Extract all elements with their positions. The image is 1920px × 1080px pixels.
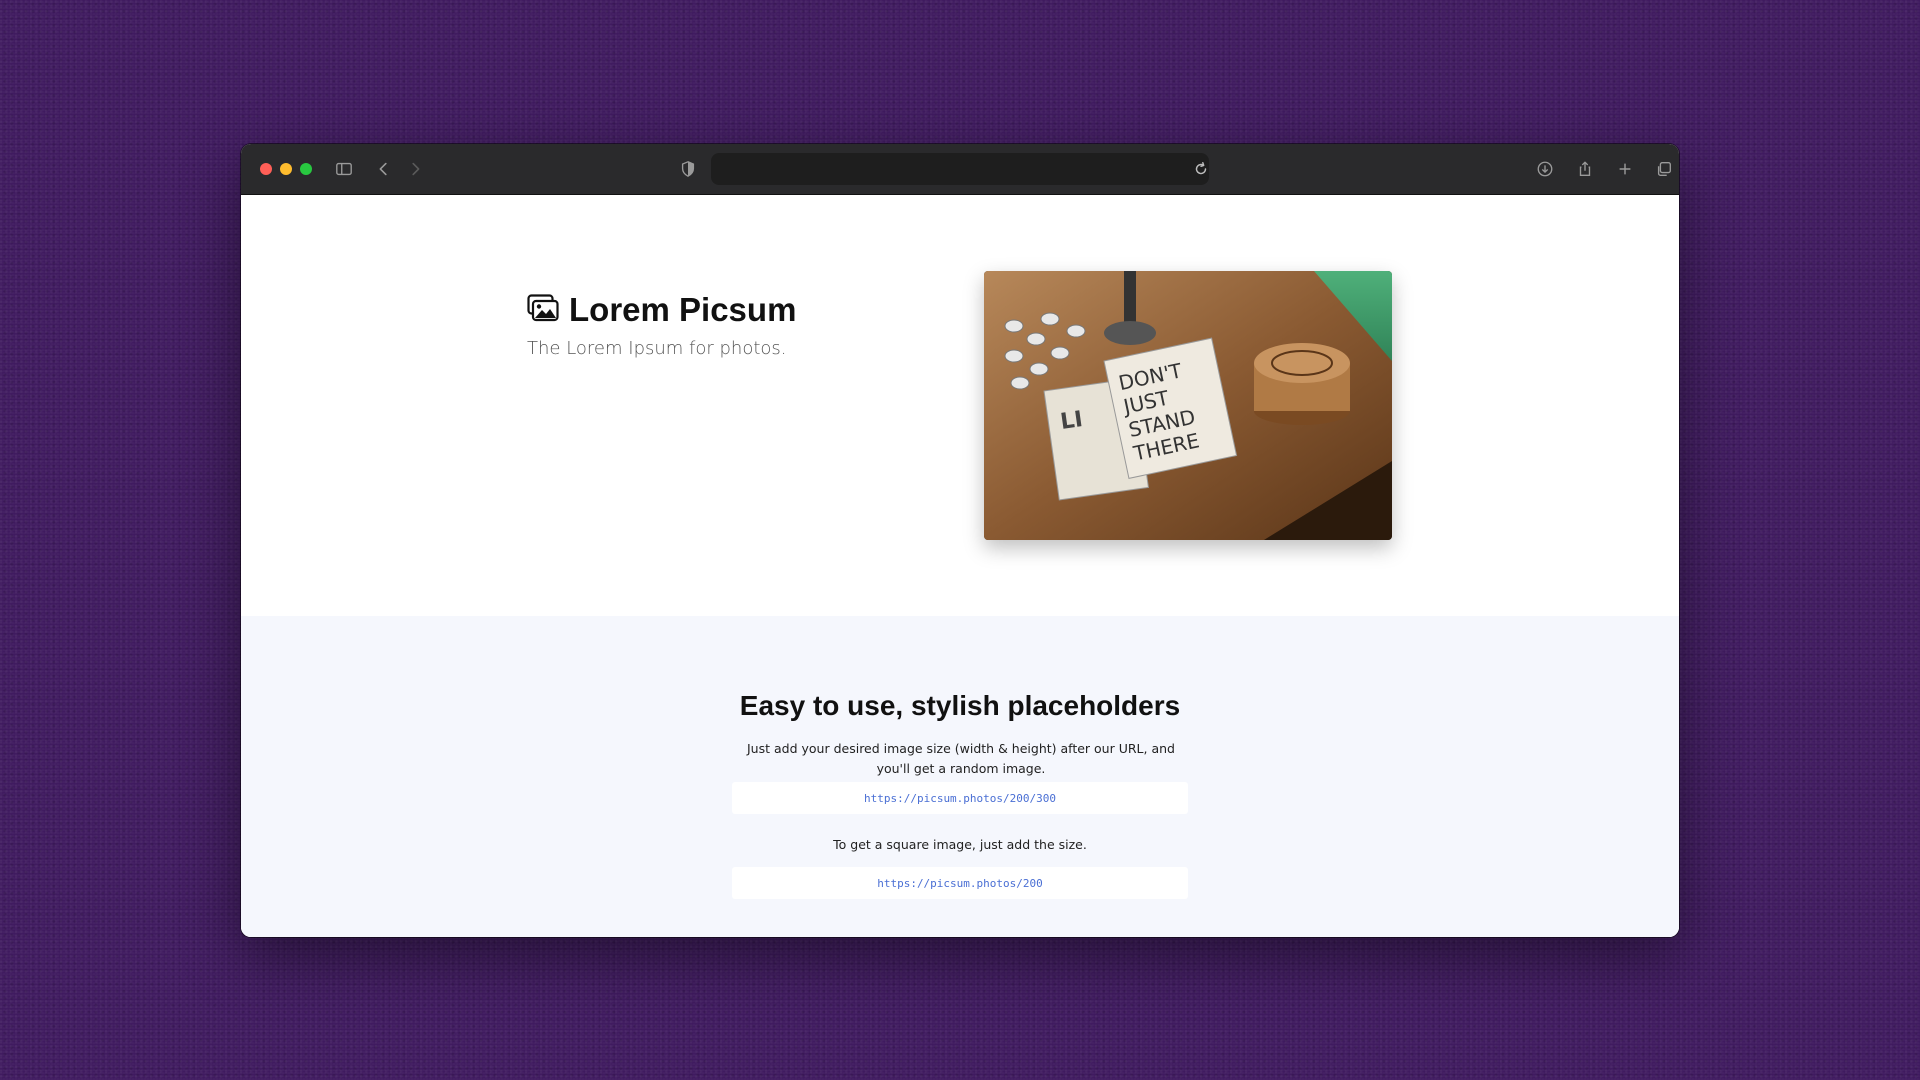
minimize-window-button[interactable]: [280, 163, 292, 175]
browser-toolbar: [241, 144, 1679, 195]
back-icon[interactable]: [372, 157, 396, 181]
square-image-note: To get a square image, just add the size…: [833, 837, 1087, 852]
reload-icon[interactable]: [1189, 157, 1213, 181]
share-icon[interactable]: [1573, 157, 1597, 181]
example-url-text[interactable]: https://picsum.photos/200/300: [864, 792, 1056, 805]
tab-overview-icon[interactable]: [1652, 157, 1676, 181]
images-icon: [527, 294, 559, 326]
features-section: Easy to use, stylish placeholders Just a…: [241, 616, 1679, 937]
new-tab-icon[interactable]: [1613, 157, 1637, 181]
square-url-box[interactable]: https://picsum.photos/200: [732, 867, 1188, 899]
privacy-shield-icon[interactable]: [676, 157, 700, 181]
sidebar-toggle-icon[interactable]: [332, 157, 356, 181]
address-bar[interactable]: [711, 153, 1209, 185]
svg-text:LI: LI: [1059, 407, 1084, 435]
site-title: Lorem Picsum: [569, 291, 797, 328]
web-page: Lorem Picsum The Lorem Ipsum for photos.: [241, 195, 1679, 937]
features-description: Just add your desired image size (width …: [747, 741, 1175, 776]
hero-section: Lorem Picsum The Lorem Ipsum for photos.: [241, 195, 1679, 616]
downloads-icon[interactable]: [1533, 157, 1557, 181]
example-url-box[interactable]: https://picsum.photos/200/300: [732, 782, 1188, 814]
features-title: Easy to use, stylish placeholders: [739, 690, 1181, 721]
hero-photo: LI DON'T JUST STAND THERE: [984, 271, 1392, 540]
brand[interactable]: Lorem Picsum: [527, 291, 796, 329]
zoom-window-button[interactable]: [300, 163, 312, 175]
browser-window: Lorem Picsum The Lorem Ipsum for photos.: [241, 144, 1679, 937]
square-url-text[interactable]: https://picsum.photos/200: [877, 877, 1043, 890]
tagline: The Lorem Ipsum for photos.: [527, 338, 787, 359]
forward-icon[interactable]: [403, 157, 427, 181]
close-window-button[interactable]: [260, 163, 272, 175]
